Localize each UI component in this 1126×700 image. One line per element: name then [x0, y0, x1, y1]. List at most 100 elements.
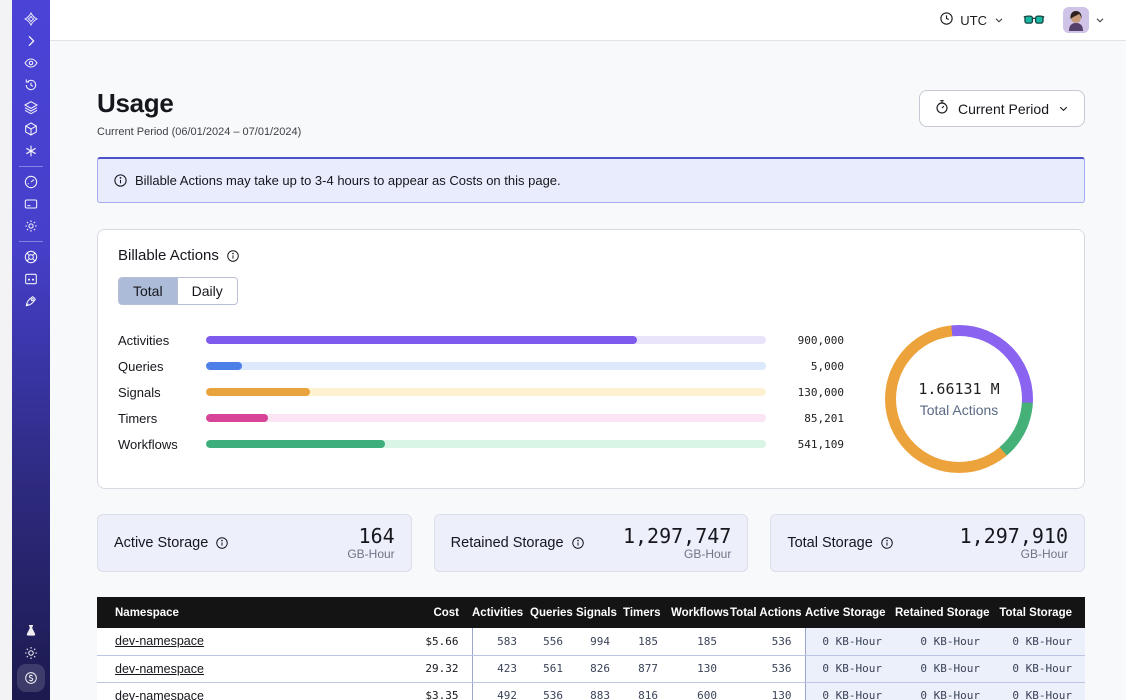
queries-cell: 561: [530, 655, 576, 682]
activities-cell: 492: [472, 682, 530, 700]
card-icon[interactable]: [19, 193, 43, 215]
bar-label: Timers: [118, 411, 206, 426]
workflows-cell: 600: [671, 682, 730, 700]
total-actions-cell: 130: [730, 682, 805, 700]
namespace-link[interactable]: dev-namespace: [115, 634, 204, 648]
usage-bar-row: Activities 900,000: [118, 327, 854, 353]
billable-actions-bar-chart: Activities 900,000 Queries 5,000 Signals…: [118, 325, 854, 473]
namespace-link[interactable]: dev-namespace: [115, 689, 204, 700]
queries-cell: 556: [530, 628, 576, 655]
info-icon[interactable]: [571, 536, 585, 550]
bar-fill: [206, 362, 242, 370]
total-storage-cell: 0 KB-Hour: [993, 628, 1085, 655]
total-storage-cell: 0 KB-Hour: [993, 655, 1085, 682]
bar-fill: [206, 440, 385, 448]
info-icon[interactable]: [880, 536, 894, 550]
period-selector-button[interactable]: Current Period: [919, 90, 1085, 127]
usage-bar-row: Signals 130,000: [118, 379, 854, 405]
timezone-selector[interactable]: UTC: [939, 11, 1005, 29]
bar-track: [206, 414, 766, 422]
layers-icon[interactable]: [19, 96, 43, 118]
storage-card-unit: GB-Hour: [960, 548, 1068, 561]
table-header-row: Namespace Cost Activities Queries Signal…: [97, 597, 1085, 628]
active-storage-cell: 0 KB-Hour: [805, 682, 895, 700]
bar-fill: [206, 414, 268, 422]
sidebar: [12, 0, 50, 700]
storage-card-label: Active Storage: [114, 535, 208, 551]
clock-icon: [939, 11, 954, 29]
sidebar-divider: [19, 166, 43, 167]
table-row: dev-namespace $5.66 583 556 994 185 185 …: [97, 628, 1085, 655]
usage-bar-row: Queries 5,000: [118, 353, 854, 379]
user-menu[interactable]: [1063, 7, 1106, 33]
info-banner: Billable Actions may take up to 3-4 hour…: [97, 157, 1085, 203]
bar-label: Signals: [118, 385, 206, 400]
bar-fill: [206, 336, 637, 344]
workflows-cell: 130: [671, 655, 730, 682]
bar-value: 900,000: [766, 334, 854, 347]
history-icon[interactable]: [19, 74, 43, 96]
bar-label: Workflows: [118, 437, 206, 452]
storage-card-unit: GB-Hour: [347, 548, 394, 561]
topbar: UTC: [50, 0, 1126, 41]
retained-storage-cell: 0 KB-Hour: [895, 655, 993, 682]
glasses-icon[interactable]: [1023, 12, 1045, 28]
bar-value: 85,201: [766, 412, 854, 425]
lifebuoy-icon[interactable]: [19, 246, 43, 268]
column-header: Retained Storage: [895, 597, 993, 628]
namespace-link[interactable]: dev-namespace: [115, 662, 204, 676]
banner-text: Billable Actions may take up to 3-4 hour…: [135, 173, 561, 188]
rocket-icon[interactable]: [19, 290, 43, 312]
gauge-icon[interactable]: [19, 171, 43, 193]
queries-cell: 536: [530, 682, 576, 700]
cube-icon[interactable]: [19, 118, 43, 140]
column-header: Timers: [623, 597, 671, 628]
main-content: Usage Current Period (06/01/2024 – 07/01…: [50, 41, 1126, 700]
timers-cell: 185: [623, 628, 671, 655]
chevron-right-icon[interactable]: [19, 30, 43, 52]
eye-icon[interactable]: [19, 52, 43, 74]
storage-card-value: 1,297,747: [623, 524, 731, 548]
usage-bar-row: Timers 85,201: [118, 405, 854, 431]
total-daily-toggle: Total Daily: [118, 277, 238, 305]
billable-actions-title: Billable Actions: [118, 247, 219, 264]
temporal-logo[interactable]: [19, 8, 43, 30]
total-actions-donut: 1.66131 M Total Actions: [885, 325, 1033, 473]
coin-icon[interactable]: [17, 664, 45, 692]
active-storage-cell: 0 KB-Hour: [805, 655, 895, 682]
sun-icon[interactable]: [19, 642, 43, 664]
total-actions-cell: 536: [730, 628, 805, 655]
activities-cell: 423: [472, 655, 530, 682]
asterisk-icon[interactable]: [19, 140, 43, 162]
column-header: Total Actions: [730, 597, 805, 628]
info-icon[interactable]: [226, 249, 240, 263]
column-header: Signals: [576, 597, 623, 628]
chevron-down-icon: [993, 14, 1005, 26]
signals-cell: 994: [576, 628, 623, 655]
retained-storage-cell: 0 KB-Hour: [895, 682, 993, 700]
column-header: Total Storage: [993, 597, 1085, 628]
retained-storage-card: Retained Storage 1,297,747GB-Hour: [434, 514, 749, 572]
cost-cell: $5.66: [392, 628, 472, 655]
tab-daily[interactable]: Daily: [177, 278, 237, 304]
chevron-down-icon: [1094, 14, 1106, 26]
stopwatch-icon: [934, 99, 950, 118]
info-icon[interactable]: [215, 536, 229, 550]
column-header: Activities: [472, 597, 530, 628]
flask-icon[interactable]: [19, 620, 43, 642]
bar-track: [206, 388, 766, 396]
total-storage-card: Total Storage 1,297,910GB-Hour: [770, 514, 1085, 572]
panel-icon[interactable]: [19, 268, 43, 290]
page-title: Usage: [97, 88, 301, 119]
tab-total[interactable]: Total: [119, 278, 177, 304]
storage-card-value: 1,297,910: [960, 524, 1068, 548]
page-subtitle: Current Period (06/01/2024 – 07/01/2024): [97, 126, 301, 138]
timezone-label: UTC: [960, 13, 987, 28]
bar-value: 130,000: [766, 386, 854, 399]
usage-bar-row: Workflows 541,109: [118, 431, 854, 457]
gear-icon[interactable]: [19, 215, 43, 237]
table-row: dev-namespace 29.32 423 561 826 877 130 …: [97, 655, 1085, 682]
total-actions-cell: 536: [730, 655, 805, 682]
window-edge: [0, 0, 12, 700]
cost-cell: 29.32: [392, 655, 472, 682]
